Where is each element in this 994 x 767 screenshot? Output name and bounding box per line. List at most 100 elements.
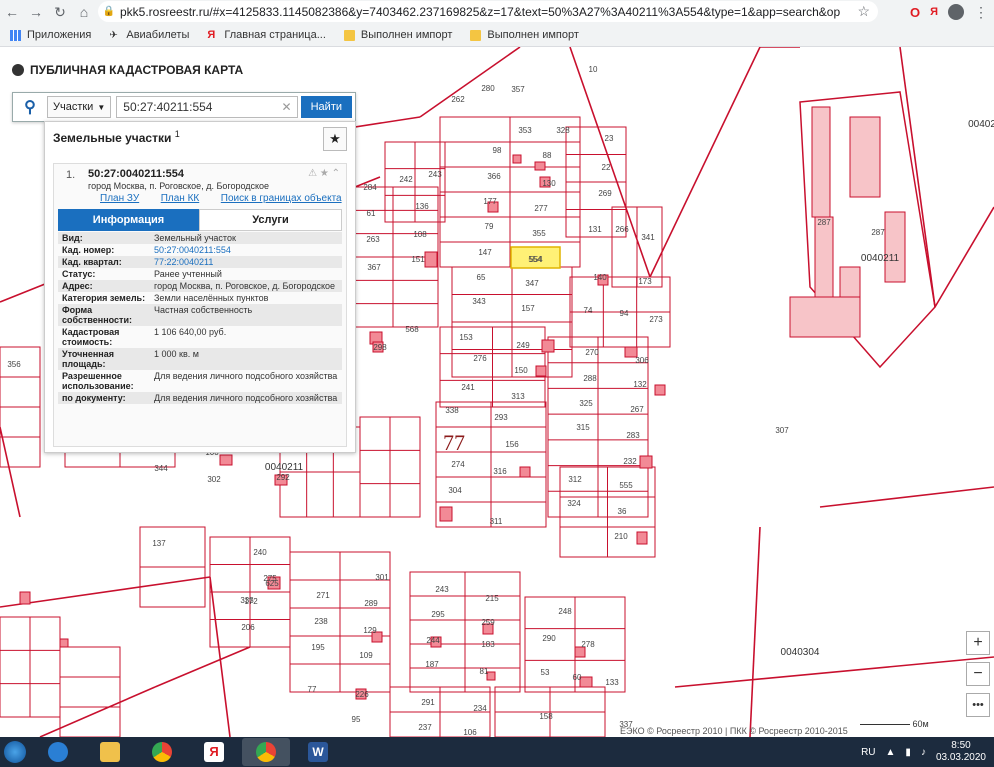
map-label: 108 [413,230,427,239]
tray-arrow-icon[interactable]: ▲ [886,747,896,758]
favorites-star-icon[interactable]: ★ [323,127,347,151]
zoom-in-button[interactable]: + [966,631,990,655]
boundary-line[interactable] [39,686,156,737]
taskbar-explorer[interactable] [86,738,134,766]
bookmark-import-2[interactable]: Выполнен импорт [470,29,579,41]
building[interactable] [639,455,653,469]
building[interactable] [219,454,233,466]
url-text[interactable]: pkk5.rosreestr.ru/#x=4125833.1145082386&… [120,5,840,19]
building[interactable] [636,531,648,545]
result-number[interactable]: 50:27:0040211:554 [88,168,184,180]
map-label: 187 [425,660,439,669]
reload-icon[interactable]: ↻ [48,0,72,24]
start-button[interactable] [0,737,30,767]
property-value[interactable]: 77:22:0040211 [154,257,338,267]
taskbar-chrome[interactable] [138,738,186,766]
parcel-block[interactable] [59,646,121,737]
zoom-out-button[interactable]: − [966,662,990,686]
boundary-line[interactable] [569,47,651,278]
cadastral-map[interactable]: 10 280 357 262 353 328 98 88 23 366 130 22 269 177 277… [0,47,994,737]
building[interactable] [59,638,69,648]
map-label: 79 [485,222,494,231]
forward-icon[interactable]: → [24,0,48,24]
building[interactable] [849,116,881,198]
clock[interactable]: 8:50 03.03.2020 [936,740,986,764]
search-input[interactable]: 50:27:40211:554 ✕ [116,96,298,118]
bookmark-import-1[interactable]: Выполнен импорт [343,29,452,41]
tab-services[interactable]: Услуги [199,209,342,231]
taskbar-word[interactable]: W [294,738,342,766]
map-label: 215 [485,594,499,603]
chrome-icon [256,742,276,762]
yandex-extension[interactable]: Я [930,6,938,18]
map-label: 95 [352,715,361,724]
boundary-line[interactable] [674,656,994,688]
building[interactable] [519,466,531,478]
apps-icon [10,29,21,41]
building[interactable] [654,384,666,396]
bookmark-flights[interactable]: ✈ Авиабилеты [109,29,189,41]
boundary-line[interactable] [749,526,761,737]
card-tabs: Информация Услуги [58,209,342,231]
map-label: 341 [641,233,655,242]
map-label: 106 [463,728,477,737]
results-panel: Земельные участки 1 ★ 1. 50:27:0040211:5… [44,121,356,453]
map-label: 234 [473,704,487,713]
card-tools-icon[interactable]: ⚠ ★ ⌃ [308,168,340,179]
building[interactable] [439,506,453,522]
building[interactable] [512,154,522,164]
building[interactable] [814,216,834,298]
taskbar-ie[interactable] [34,738,82,766]
clear-icon[interactable]: ✕ [282,100,292,114]
boundary-line[interactable] [0,576,211,608]
boundary-line[interactable] [819,486,994,508]
building[interactable] [789,296,861,338]
bookmark-star-icon[interactable]: ☆ [857,3,870,20]
taskbar-chrome-active[interactable] [242,738,290,766]
building[interactable] [811,106,831,218]
boundary-line[interactable] [649,47,761,278]
building[interactable] [884,211,906,283]
map-label: 555 [619,481,633,490]
property-value[interactable]: 50:27:0040211:554 [154,245,338,255]
home-icon[interactable]: ⌂ [72,0,96,24]
building[interactable] [19,591,31,605]
scale-label: 60м [912,719,929,729]
find-button[interactable]: Найти [300,96,352,118]
map-label: 243 [435,585,449,594]
boundary-line[interactable] [0,426,21,518]
search-icon[interactable]: ⚲ [13,93,47,121]
map-label: 287 [871,228,885,237]
map-label: 147 [478,248,492,257]
more-options-button[interactable]: ••• [966,693,990,717]
menu-icon[interactable]: ⋮ [974,4,988,21]
tab-info[interactable]: Информация [58,209,199,231]
building[interactable] [579,676,593,688]
building[interactable] [535,365,547,377]
back-icon[interactable]: ← [0,0,24,24]
map-label: 10 [589,65,598,74]
bookmark-apps[interactable]: Приложения [10,29,91,41]
building[interactable] [541,339,555,353]
taskbar-yandex[interactable]: Я [190,738,238,766]
map-label: 625 [265,579,279,588]
map-label: 172 [244,597,258,606]
volume-icon[interactable]: ♪ [921,747,926,758]
opera-icon[interactable]: O [910,5,920,20]
search-type-label: Участки [53,101,94,113]
address-bar[interactable]: 🔒 pkk5.rosreestr.ru/#x=4125833.114508238… [98,1,878,22]
account-icon[interactable] [948,4,964,20]
map-label: 307 [775,426,789,435]
network-icon[interactable]: ▮ [905,747,911,758]
boundary-line[interactable] [934,206,994,308]
property-value: 1 000 кв. м [154,349,199,359]
boundary-line[interactable] [419,47,521,118]
boundary-line[interactable] [154,646,251,688]
building[interactable] [534,161,546,171]
language-indicator[interactable]: RU [861,747,875,758]
map-label: 240 [253,548,267,557]
map-label: 88 [543,151,552,160]
bookmark-yandex[interactable]: Я Главная страница... [207,29,326,41]
building[interactable] [424,251,438,268]
search-type-select[interactable]: Участки ▼ [47,96,112,118]
